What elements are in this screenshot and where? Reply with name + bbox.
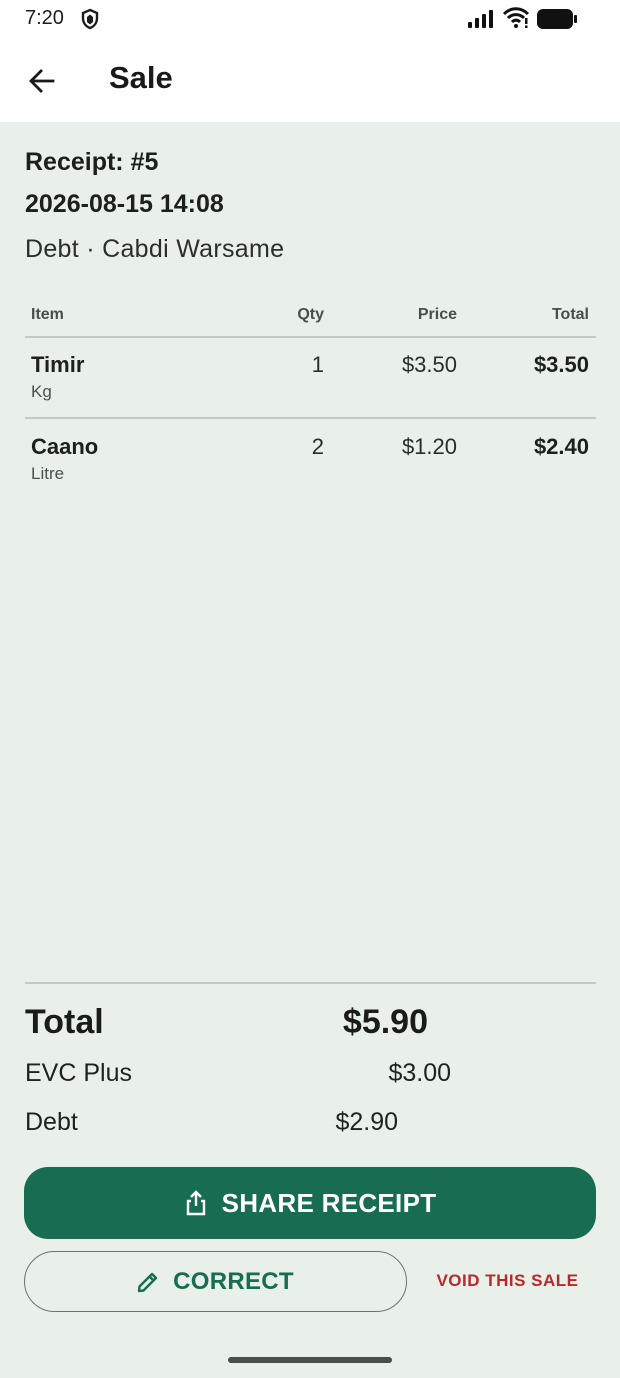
item-name: Caano [31, 434, 99, 459]
total-value: $5.90 [342, 1003, 428, 1041]
shield-icon [80, 8, 100, 35]
receipt-number: Receipt: #5 [25, 148, 159, 176]
payment-method-label: EVC Plus [25, 1059, 132, 1087]
correct-label: CORRECT [173, 1267, 294, 1295]
payment-method-value: $3.00 [388, 1059, 451, 1087]
table-header-divider [25, 336, 596, 338]
share-receipt-label: SHARE RECEIPT [221, 1187, 437, 1218]
item-qty: 1 [311, 352, 324, 377]
column-header-price: Price [417, 306, 457, 323]
status-bar: 7:20 [0, 0, 620, 40]
share-receipt-button[interactable]: SHARE RECEIPT [24, 1167, 596, 1239]
item-total: $2.40 [533, 434, 589, 459]
item-price: $1.20 [401, 434, 457, 459]
item-unit: Litre [31, 464, 65, 483]
back-button[interactable] [20, 59, 64, 103]
item-unit: Kg [31, 382, 52, 401]
table-row: Caano Litre 2 $1.20 $2.40 [25, 434, 596, 514]
home-indicator[interactable] [228, 1357, 392, 1363]
receipt-datetime: 2026-08-15 14:08 [25, 190, 224, 218]
correct-button[interactable]: CORRECT [24, 1251, 407, 1312]
share-icon [186, 1190, 205, 1216]
summary-divider [25, 982, 596, 984]
status-time: 7:20 [25, 7, 64, 29]
void-sale-button[interactable]: VOID THIS SALE [425, 1265, 590, 1297]
battery-icon [536, 8, 578, 35]
app-bar: Sale [0, 40, 620, 122]
debt-label: Debt [25, 1108, 78, 1136]
wifi-icon [502, 7, 530, 34]
total-label: Total [25, 1003, 104, 1041]
signal-icon [467, 9, 495, 34]
table-row: Timir Kg 1 $3.50 $3.50 [25, 352, 596, 432]
item-price: $3.50 [401, 352, 457, 377]
column-header-item: Item [31, 306, 64, 323]
debt-value: $2.90 [335, 1108, 398, 1136]
item-qty: 2 [311, 434, 324, 459]
item-name: Timir [31, 352, 85, 377]
row-divider [25, 417, 596, 419]
item-total: $3.50 [533, 352, 589, 377]
arrow-left-icon [29, 69, 55, 93]
page-title: Sale [109, 60, 173, 95]
pencil-icon [137, 1272, 158, 1292]
column-header-total: Total [551, 306, 589, 323]
column-header-qty: Qty [297, 306, 324, 323]
receipt-payment-customer: Debt · Cabdi Warsame [25, 235, 285, 263]
